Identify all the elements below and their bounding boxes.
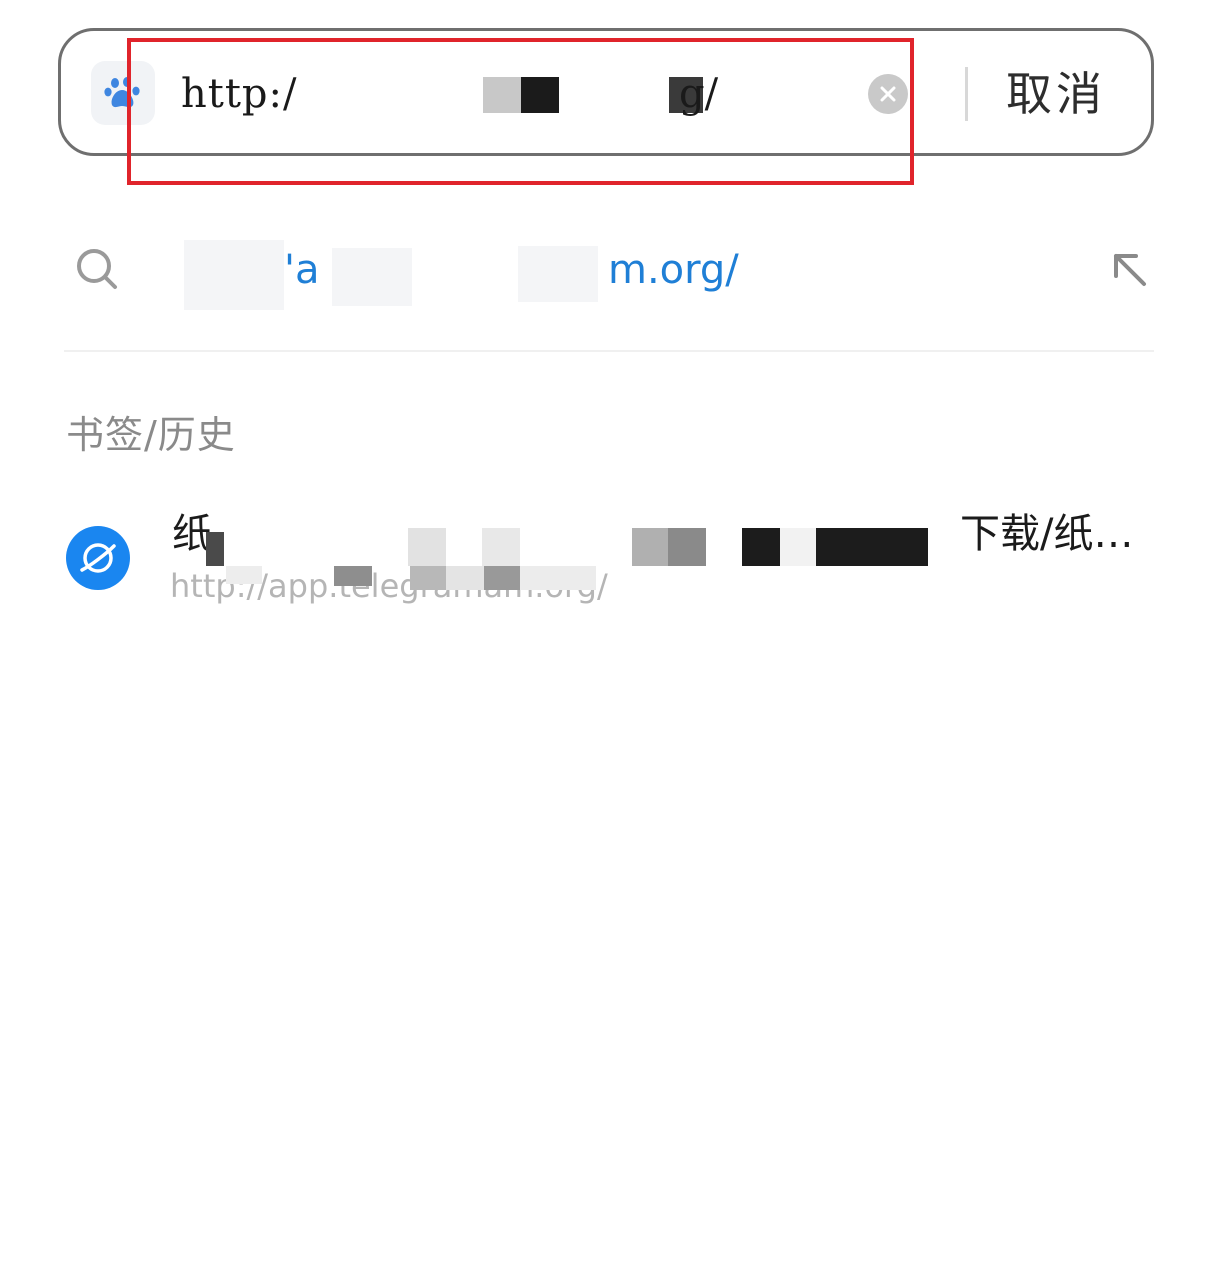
redaction-block — [206, 532, 224, 566]
redaction-block — [742, 528, 780, 566]
suggestion-text-fragment: m.org/ — [608, 247, 739, 293]
redaction-block — [482, 528, 520, 566]
redaction-block — [816, 528, 928, 566]
clear-input-button[interactable] — [868, 74, 908, 114]
section-heading-bookmarks-history: 书签/历史 — [66, 413, 236, 457]
redaction-block — [332, 248, 412, 306]
browser-search-page: http:/ g/ 取消 'a m.org/ 书签/历史 纸 下载/纸… htt… — [0, 0, 1217, 1280]
url-text-prefix: http:/ — [181, 71, 298, 117]
history-list-item[interactable]: 纸 下载/纸… http://app.telegramam.org/ — [64, 496, 1154, 616]
search-icon — [77, 249, 117, 289]
redaction-block — [226, 566, 262, 584]
url-search-bar[interactable]: http:/ g/ 取消 — [58, 28, 1154, 156]
suggestion-text-fragment: 'a — [284, 247, 320, 293]
redaction-block — [520, 566, 596, 590]
redaction-block — [446, 566, 484, 590]
clear-circle-icon — [880, 86, 896, 102]
fill-arrow-up-left-icon[interactable] — [1106, 246, 1152, 292]
redaction-block — [410, 566, 446, 590]
bar-divider — [965, 67, 968, 121]
redaction-block — [668, 528, 706, 566]
search-suggestion-row[interactable]: 'a m.org/ — [64, 210, 1154, 328]
suggestion-text: 'a m.org/ — [184, 240, 804, 310]
row-divider — [64, 350, 1154, 352]
cancel-button[interactable]: 取消 — [1006, 59, 1106, 129]
redaction-block — [521, 77, 559, 113]
redaction-block — [632, 528, 668, 566]
redaction-block — [483, 77, 521, 113]
url-input[interactable]: http:/ g/ — [181, 59, 861, 129]
history-item-title: 纸 下载/纸… — [172, 506, 1142, 566]
redaction-block — [184, 240, 284, 310]
redaction-block — [334, 566, 372, 586]
redaction-block — [518, 246, 598, 302]
url-text-suffix: g/ — [679, 71, 719, 117]
redaction-block — [484, 566, 520, 590]
redaction-block — [780, 528, 816, 566]
redaction-block — [408, 528, 446, 566]
history-title-end: 下载/纸… — [960, 511, 1134, 557]
site-globe-icon — [66, 526, 130, 590]
baidu-paw-icon[interactable] — [91, 61, 155, 125]
